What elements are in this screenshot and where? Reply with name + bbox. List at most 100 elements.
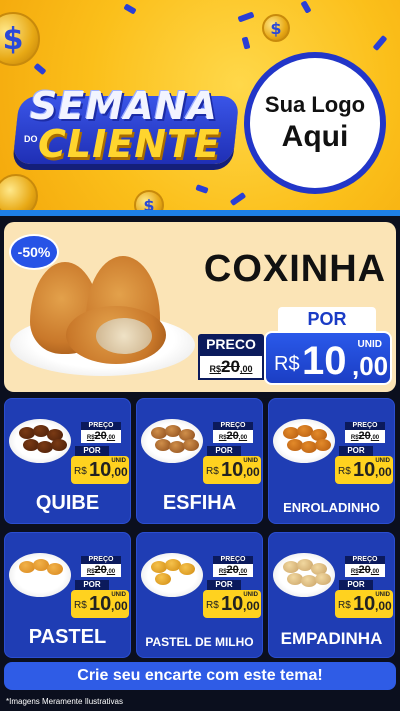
product-card: PREÇO R$20,00 POR UNID R$ 10 ,00 PASTEL … [136,532,263,658]
currency-symbol: R$ [206,600,219,611]
new-price: UNID R$ 10 ,00 [335,590,393,618]
dollar-icon: $ [2,21,24,57]
currency-symbol: R$ [274,353,300,375]
dollar-icon: $ [270,18,282,38]
title-connector: DO [24,134,38,144]
new-price: UNID R$ 10 ,00 [203,456,261,484]
unit-label: UNID [111,458,126,464]
food-piece [179,563,195,575]
price-decimal: ,00 [243,465,260,479]
price-integer: 10 [353,593,376,615]
unit-label: UNID [375,458,390,464]
currency-symbol: R$ [338,600,351,611]
food-piece [47,563,63,575]
old-price: R$20,00 [345,430,385,443]
price-decimal: ,00 [111,465,128,479]
price-integer: 10 [221,593,244,615]
confetti-piece [123,3,137,15]
product-card: PREÇO R$20,00 POR UNID R$ 10 ,00 ENROLAD… [268,398,395,524]
product-card: PREÇO R$20,00 POR UNID R$ 10 ,00 ESFIHA [136,398,263,524]
confetti-piece [229,191,247,207]
unit-label: UNID [357,339,382,350]
price-decimal: ,00 [375,465,392,479]
old-price-label: PREÇO [81,556,121,564]
old-price: R$20,00 [345,564,385,577]
new-price-label: POR [278,307,376,331]
featured-product-name: COXINHA [203,248,387,290]
old-price-value: R$20,00 [209,357,253,376]
confetti-piece [33,62,47,76]
new-price-label: POR [75,580,109,590]
food-piece [183,439,199,451]
disclaimer-text: *Imagens Meramente Ilustrativas [6,697,123,706]
product-name: PASTEL [28,626,107,648]
old-price: R$20,00 [81,430,121,443]
dollar-icon: $ [143,195,155,213]
product-name: PASTEL DE MILHO [145,635,254,649]
product-name: ENROLADINHO [283,500,380,515]
new-price: UNID R$ 10 ,00 [264,331,392,385]
coin-icon: $ [0,12,40,66]
coxinha-filling [96,318,152,354]
confetti-piece [195,184,209,194]
confetti-piece [237,11,255,23]
currency-symbol: R$ [74,600,87,611]
price-decimal: ,00 [375,599,392,613]
old-price-label: PREÇO [345,422,385,430]
coin-icon: $ [262,14,290,42]
title-bottom: CLIENTE [38,122,221,166]
old-price-label: PRECO [198,334,264,354]
unit-label: UNID [111,592,126,598]
coin-icon: $ [134,190,164,212]
currency-symbol: R$ [338,466,351,477]
logo-text-line1: Sua Logo [264,92,366,117]
old-price-label: PREÇO [345,556,385,564]
food-piece [155,573,171,585]
price-decimal: ,00 [352,351,389,381]
currency-symbol: R$ [74,466,87,477]
product-name: QUIBE [35,492,100,514]
new-price: UNID R$ 10 ,00 [203,590,261,618]
product-name: ESFIHA [162,492,237,514]
campaign-title: SEMANA DO CLIENTE [10,78,240,180]
header-divider [0,210,400,216]
price-integer: 10 [353,459,376,481]
product-card: PREÇO R$20,00 POR UNID R$ 10 ,00 EMPADIN… [268,532,395,658]
product-card: PREÇO R$20,00 POR UNID R$ 10 ,00 PASTEL [4,532,131,658]
confetti-piece [241,36,251,50]
unit-label: UNID [243,592,258,598]
food-piece [315,439,331,451]
unit-label: UNID [375,592,390,598]
price-integer: 10 [89,459,112,481]
old-price-label: PREÇO [213,422,253,430]
logo-placeholder: Sua Logo Aqui [244,52,386,194]
product-card: PREÇO R$20,00 POR UNID R$ 10 ,00 QUIBE [4,398,131,524]
price-decimal: ,00 [243,599,260,613]
old-price: R$20,00 [213,564,253,577]
confetti-piece [372,34,388,52]
food-piece [315,573,331,585]
new-price: UNID R$ 10 ,00 [335,456,393,484]
header-banner: $ $ $ SEMANA DO CLIENTE Sua Logo Aqui [0,0,400,212]
old-price-label: PREÇO [213,556,253,564]
price-integer: 10 [302,339,347,383]
old-price: R$20,00 [81,564,121,577]
new-price-label: POR [339,446,373,456]
new-price-label: POR [207,580,241,590]
old-price-label: PREÇO [81,422,121,430]
price-decimal: ,00 [111,599,128,613]
product-name: EMPADINHA [280,629,383,648]
old-price: R$20,00 [198,354,264,380]
cta-banner: Crie seu encarte com este tema! [4,662,396,690]
new-price: UNID R$ 10 ,00 [71,590,129,618]
old-price: R$20,00 [213,430,253,443]
unit-label: UNID [243,458,258,464]
price-integer: 10 [89,593,112,615]
discount-badge: -50% [9,234,59,270]
currency-symbol: R$ [206,466,219,477]
new-price-label: POR [207,446,241,456]
price-integer: 10 [221,459,244,481]
new-price-label: POR [75,446,109,456]
logo-text-line2: Aqui [281,120,349,153]
new-price-label: POR [339,580,373,590]
